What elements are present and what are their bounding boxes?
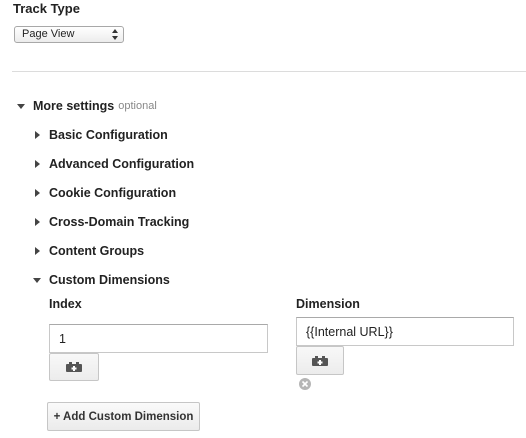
section-custom-dimensions[interactable]: Custom Dimensions (33, 271, 170, 289)
section-label: Cross-Domain Tracking (49, 215, 190, 229)
section-basic-configuration[interactable]: Basic Configuration (33, 126, 168, 144)
dimension-column-header: Dimension (296, 297, 360, 311)
chevron-right-icon (35, 189, 40, 197)
section-label: Basic Configuration (49, 128, 168, 142)
index-column-header: Index (49, 297, 82, 311)
section-cookie-configuration[interactable]: Cookie Configuration (33, 184, 176, 202)
section-label: Advanced Configuration (49, 157, 195, 171)
dimension-input[interactable] (296, 317, 514, 346)
section-label: Custom Dimensions (49, 273, 170, 287)
section-advanced-configuration[interactable]: Advanced Configuration (33, 155, 194, 173)
remove-icon[interactable] (299, 378, 311, 390)
section-label: Cookie Configuration (49, 186, 177, 200)
optional-label: optional (118, 100, 157, 112)
chevron-right-icon (35, 247, 40, 255)
more-settings-toggle[interactable]: More settings optional (17, 97, 157, 115)
track-type-select[interactable]: Page View (14, 26, 124, 43)
dimension-variable-picker-button[interactable] (296, 346, 344, 375)
chevron-down-icon (17, 103, 25, 109)
chevron-down-icon (33, 277, 41, 283)
section-cross-domain-tracking[interactable]: Cross-Domain Tracking (33, 213, 189, 231)
index-input[interactable] (49, 324, 268, 353)
more-settings-label: More settings (33, 99, 115, 113)
add-custom-dimension-label: + Add Custom Dimension (53, 410, 194, 423)
track-type-selected-value: Page View (22, 28, 75, 40)
close-icon (301, 380, 309, 388)
chevron-right-icon (35, 218, 40, 226)
variable-picker-icon (66, 362, 82, 372)
variable-picker-icon (312, 355, 328, 366)
index-variable-picker-button[interactable] (49, 353, 99, 381)
chevron-right-icon (35, 160, 40, 168)
divider (12, 71, 526, 72)
track-type-label: Track Type (13, 1, 80, 16)
section-label: Content Groups (49, 244, 145, 258)
add-custom-dimension-button[interactable]: + Add Custom Dimension (47, 402, 200, 431)
section-content-groups[interactable]: Content Groups (33, 242, 144, 260)
tag-settings-panel: Track Type Page View More settings optio… (0, 0, 526, 438)
select-arrows-icon (112, 29, 118, 40)
chevron-right-icon (35, 131, 40, 139)
